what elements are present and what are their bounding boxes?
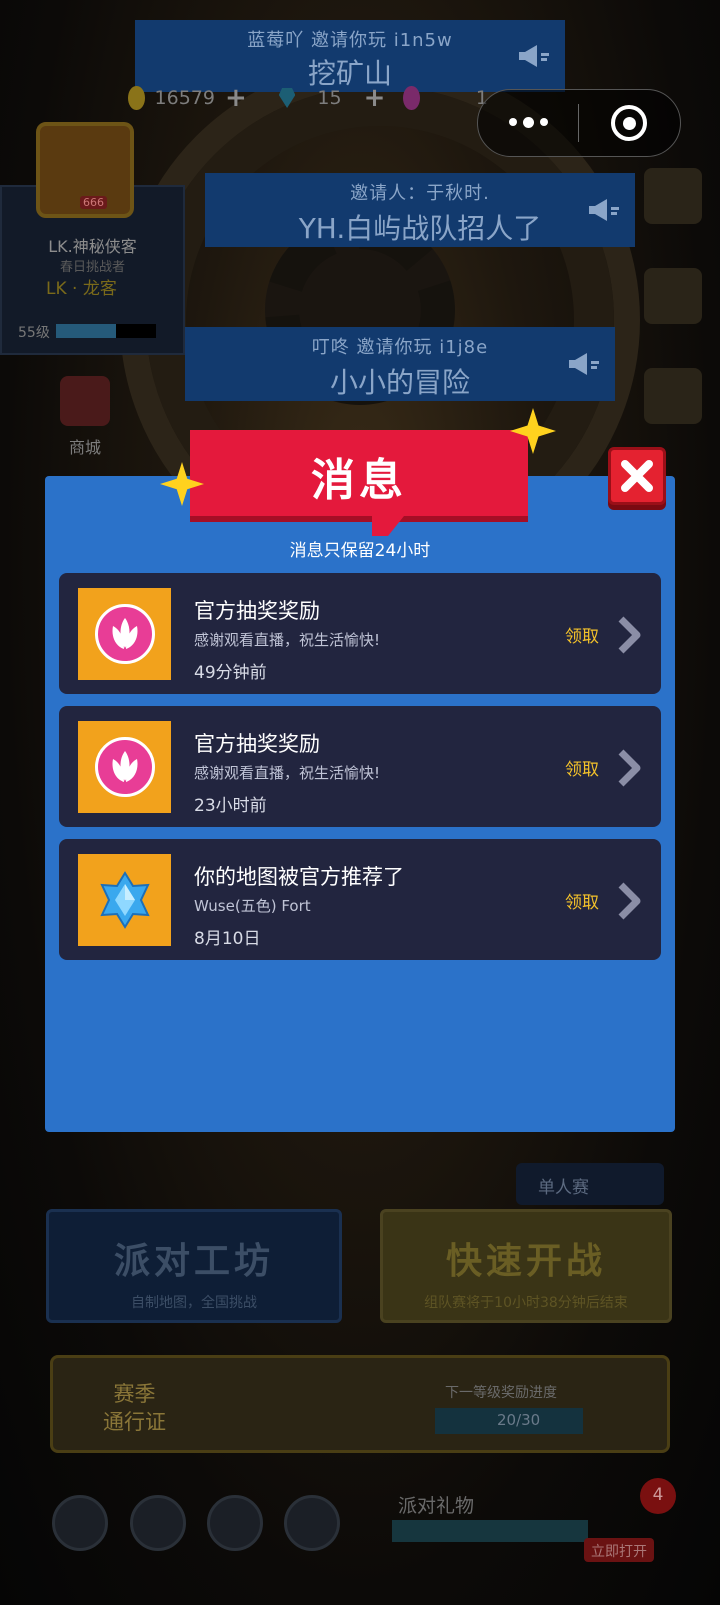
currency-bar: 16579 + 15 + 1	[128, 82, 488, 114]
mode-switch-button[interactable]: 单人赛	[516, 1163, 664, 1205]
headset-icon[interactable]	[207, 1495, 263, 1551]
crystal-icon	[99, 871, 150, 929]
season-pass-line1: 赛季	[113, 1382, 156, 1406]
avatar[interactable]: 666	[36, 122, 134, 218]
message-description: Wuse(五色) Fort	[194, 897, 311, 915]
message-thumbnail	[78, 854, 171, 946]
invite-banner-sub: 叮咚 邀请你玩 i1j8e	[311, 337, 489, 358]
lotus-icon	[94, 737, 155, 797]
message-title: 你的地图被官方推荐了	[194, 865, 404, 889]
message-thumbnail	[78, 588, 171, 680]
party-gift-progress	[392, 1520, 588, 1542]
ticket-icon	[403, 86, 420, 110]
level-progress-fill	[56, 324, 116, 338]
message-title: 官方抽奖奖励	[194, 599, 320, 623]
claim-button[interactable]: 领取	[565, 622, 599, 647]
player-title: 春日挑战者	[59, 260, 125, 275]
chat-icon[interactable]	[52, 1495, 108, 1551]
workshop-subtitle: 自制地图，全国挑战	[131, 1295, 257, 1311]
message-time: 8月10日	[194, 929, 261, 949]
season-pass-banner[interactable]: 赛季 通行证 下一等级奖励进度 20/30	[50, 1355, 670, 1453]
chevron-right-icon	[618, 616, 641, 654]
season-pass-line2: 通行证	[103, 1410, 166, 1434]
level-progress-bar	[56, 324, 156, 338]
quick-battle-button[interactable]: 快速开战 组队赛将于10小时38分钟后结束	[380, 1209, 672, 1323]
invite-banner-3[interactable]: 叮咚 邀请你玩 i1j8e 小小的冒险	[185, 327, 615, 401]
coin-icon	[128, 86, 145, 110]
claim-button[interactable]: 领取	[565, 755, 599, 780]
pass-progress-value: 20/30	[435, 1408, 583, 1434]
dialog-title: 消息	[311, 455, 407, 506]
coin-count: 16579	[154, 87, 215, 109]
lotus-icon	[94, 604, 155, 664]
open-gift-button[interactable]: 立即打开	[584, 1538, 654, 1562]
megaphone-icon	[589, 199, 619, 221]
shop-label: 商城	[69, 438, 102, 457]
invite-banner-sub: 邀请人：于秋时.	[350, 183, 490, 204]
megaphone-icon	[519, 45, 549, 67]
miniprogram-capsule	[477, 89, 681, 157]
add-coins-button[interactable]: +	[225, 83, 247, 113]
party-workshop-button[interactable]: 派对工坊 自制地图，全国挑战	[46, 1209, 342, 1323]
message-title: 官方抽奖奖励	[194, 732, 320, 756]
invite-banner-2[interactable]: 邀请人：于秋时. YH.白屿战队招人了	[205, 173, 635, 247]
player-clan: LK · 龙客	[46, 279, 117, 299]
shop-icon[interactable]	[60, 376, 110, 426]
mode-label: 单人赛	[538, 1178, 589, 1198]
close-dialog-button[interactable]	[608, 447, 666, 505]
message-item[interactable]: 你的地图被官方推荐了 Wuse(五色) Fort 8月10日 领取	[59, 839, 661, 960]
chevron-right-icon	[618, 882, 641, 920]
close-icon	[621, 460, 653, 492]
message-description: 感谢观看直播，祝生活愉快!	[194, 764, 381, 782]
add-gems-button[interactable]: +	[364, 83, 386, 113]
invite-banner-title: 小小的冒险	[329, 366, 470, 399]
message-item[interactable]: 官方抽奖奖励 感谢观看直播，祝生活愉快! 49分钟前 领取	[59, 573, 661, 694]
quick-battle-subtitle: 组队赛将于10小时38分钟后结束	[424, 1295, 628, 1311]
announcement-icon[interactable]	[130, 1495, 186, 1551]
invite-banner-sub: 蓝莓吖 邀请你玩 i1n5w	[247, 30, 453, 51]
dialog-title-ribbon: 消息	[190, 430, 528, 536]
megaphone-icon	[569, 353, 599, 375]
invite-side-icon[interactable]	[644, 168, 702, 224]
gem-count: 15	[317, 87, 342, 109]
settings-gear-icon[interactable]	[284, 1495, 340, 1551]
party-gift-label: 派对礼物	[398, 1495, 475, 1517]
season-pass-title: 赛季 通行证	[103, 1380, 166, 1436]
player-name: LK.神秘侠客	[48, 237, 137, 256]
gift-count-badge: 4	[640, 1478, 676, 1514]
message-time: 49分钟前	[194, 663, 267, 683]
workshop-title: 派对工坊	[113, 1241, 274, 1282]
close-miniprogram-button[interactable]	[579, 105, 679, 141]
more-options-button[interactable]	[478, 117, 578, 128]
gem-icon	[278, 88, 296, 108]
target-icon	[611, 105, 647, 141]
message-item[interactable]: 官方抽奖奖励 感谢观看直播，祝生活愉快! 23小时前 领取	[59, 706, 661, 827]
message-thumbnail	[78, 721, 171, 813]
quick-battle-title: 快速开战	[445, 1241, 606, 1282]
invite-banner-title: YH.白屿战队招人了	[298, 212, 542, 245]
claim-button[interactable]: 领取	[565, 888, 599, 913]
message-retention-note: 消息只保留24小时	[289, 541, 431, 561]
player-level: 55级	[18, 325, 50, 341]
pass-progress-label: 下一等级奖励进度	[445, 1385, 557, 1401]
chevron-right-icon	[618, 749, 641, 787]
message-description: 感谢观看直播，祝生活愉快!	[194, 631, 381, 649]
avatar-badge: 666	[80, 196, 107, 209]
message-time: 23小时前	[194, 796, 267, 816]
collection-side-icon[interactable]	[644, 368, 702, 424]
card-side-icon[interactable]	[644, 268, 702, 324]
